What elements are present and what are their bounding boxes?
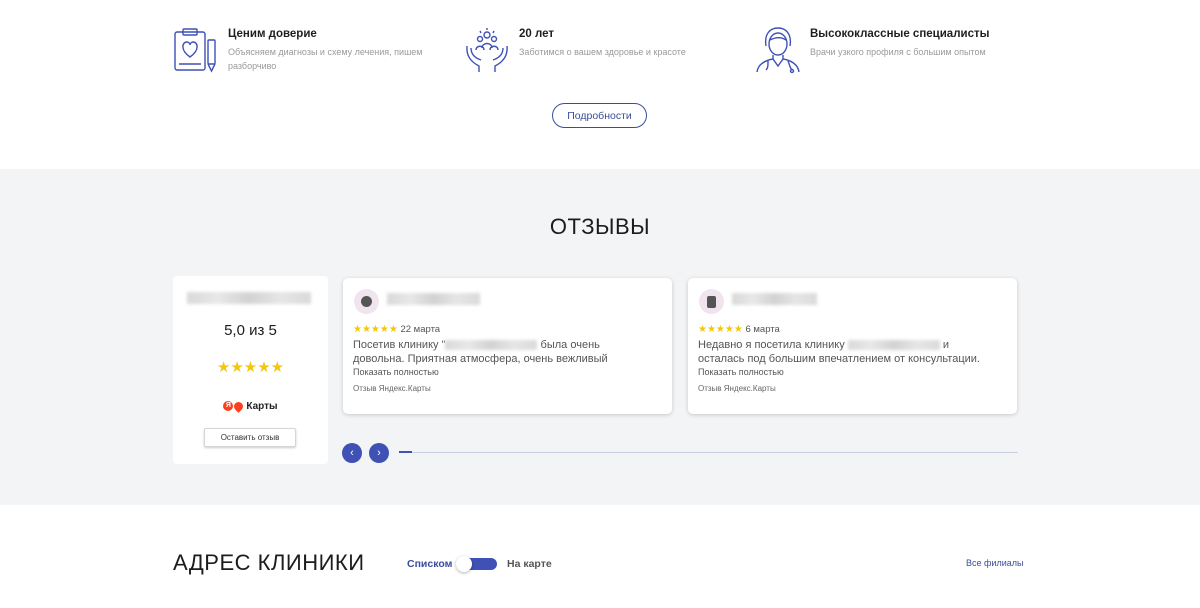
leave-review-button[interactable]: Оставить отзыв <box>204 428 296 447</box>
show-full-link[interactable]: Показать полностью <box>698 367 784 377</box>
hands-people-icon <box>466 28 508 72</box>
clinic-name-blurred <box>445 340 538 351</box>
avatar <box>354 289 379 314</box>
review-meta: ★★★★★ 6 марта <box>698 324 780 335</box>
feature-title: 20 лет <box>519 28 555 40</box>
prev-review-button[interactable]: ‹ <box>342 443 362 463</box>
review-source: Отзыв Яндекс.Карты <box>353 384 431 393</box>
avatar <box>699 289 724 314</box>
toggle-knob[interactable] <box>456 556 472 572</box>
feature-years: 20 лет Заботимся о вашем здоровье и крас… <box>463 26 686 74</box>
feature-description: Объясняем диагнозы и схему лечения, пише… <box>228 47 423 71</box>
more-details-button[interactable]: Подробности <box>552 103 647 128</box>
rating-text: 5,0 из 5 <box>224 322 277 339</box>
feature-title: Ценим доверие <box>228 28 317 40</box>
feature-description: Врачи узкого профиля с большим опытом <box>810 47 986 57</box>
review-stars: ★★★★★ <box>698 324 743 335</box>
feature-title: Высококлассные специалисты <box>810 28 990 40</box>
review-meta: ★★★★★ 22 марта <box>353 324 440 335</box>
review-date: 22 марта <box>400 324 441 335</box>
feature-description: Заботимся о вашем здоровье и красоте <box>519 47 686 57</box>
review-date: 6 марта <box>745 324 780 335</box>
all-branches-link[interactable]: Все филиалы <box>966 558 1023 568</box>
yandex-maps-logo: Я Карты <box>173 399 328 413</box>
rating-summary: 5,0 из 5 ★★★★★ Я Карты Оставить отзыв <box>173 276 328 464</box>
show-full-link[interactable]: Показать полностью <box>353 367 439 377</box>
next-review-button[interactable]: › <box>369 443 389 463</box>
review-card: ★★★★★ 22 марта Посетив клинику " была оч… <box>343 278 672 414</box>
doctor-icon <box>756 27 800 74</box>
review-text: Посетив клинику " была очень довольна. П… <box>353 339 608 365</box>
reviewer-name-blurred <box>732 293 817 305</box>
review-source: Отзыв Яндекс.Карты <box>698 384 776 393</box>
view-list-option[interactable]: Списком <box>407 558 452 570</box>
features-section: Ценим доверие Объясняем диагнозы и схему… <box>0 0 1200 169</box>
clipboard-heart-icon <box>174 28 216 73</box>
clinic-name-blurred <box>847 340 940 351</box>
review-stars: ★★★★★ <box>353 324 398 335</box>
rating-stars: ★★★★★ <box>216 359 285 376</box>
view-toggle[interactable] <box>456 556 497 572</box>
reviews-section: ОТЗЫВЫ 5,0 из 5 ★★★★★ Я Карты Оставить от… <box>0 169 1200 505</box>
reviews-title: ОТЗЫВЫ <box>549 214 651 239</box>
review-text: Недавно я посетила клинику и осталась по… <box>698 339 980 365</box>
address-title: АДРЕС КЛИНИКИ <box>173 550 365 575</box>
carousel-scrollbar-thumb[interactable] <box>399 451 412 453</box>
reviewer-name-blurred <box>387 293 480 305</box>
view-map-option[interactable]: На карте <box>507 558 552 570</box>
carousel-scrollbar[interactable] <box>399 451 1018 453</box>
feature-specialists: Высококлассные специалисты Врачи узкого … <box>754 26 989 74</box>
yandex-icon: Я <box>223 401 234 412</box>
review-card: ★★★★★ 6 марта Недавно я посетила клинику… <box>688 278 1017 414</box>
feature-trust: Ценим доверие Объясняем диагнозы и схему… <box>172 26 423 74</box>
map-pin-icon <box>232 399 246 413</box>
clinic-name-blurred <box>187 292 311 304</box>
